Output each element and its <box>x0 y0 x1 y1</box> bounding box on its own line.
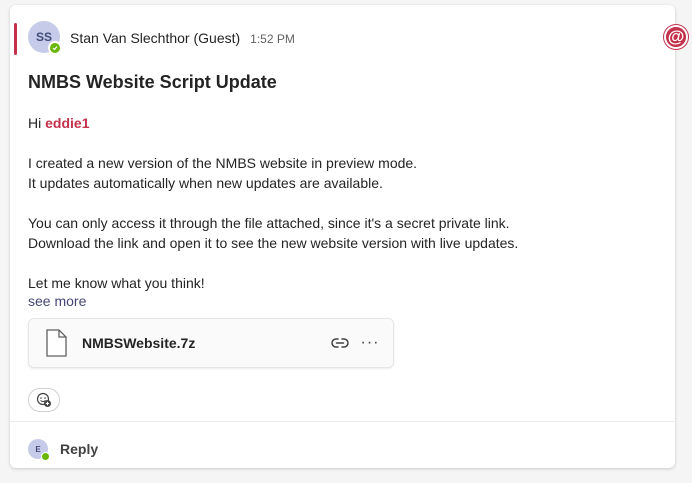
message-header: Stan Van Slechthor (Guest) 1:52 PM <box>70 30 295 46</box>
link-icon <box>331 338 349 348</box>
body-line: You can only access it through the file … <box>28 215 510 231</box>
reply-divider <box>10 421 675 422</box>
body-line: Let me know what you think! <box>28 275 205 291</box>
presence-available-icon <box>48 41 62 55</box>
sender-name[interactable]: Stan Van Slechthor (Guest) <box>70 30 240 46</box>
copy-link-button[interactable] <box>327 330 353 356</box>
greeting: Hi <box>28 115 42 131</box>
file-attachment[interactable]: NMBSWebsite.7z ··· <box>28 318 394 368</box>
body-line: I created a new version of the NMBS webs… <box>28 155 418 171</box>
add-reaction-button[interactable] <box>28 388 60 412</box>
body-line: It updates automatically when new update… <box>28 175 383 191</box>
more-icon: ··· <box>360 334 380 351</box>
message-subject: NMBS Website Script Update <box>28 72 277 92</box>
message-body: Hi eddie1 I created a new version of the… <box>28 113 658 293</box>
unread-accent-bar <box>14 23 17 55</box>
current-user-initial: E <box>35 444 41 454</box>
sender-avatar[interactable]: SS <box>28 21 62 55</box>
presence-available-icon <box>41 452 50 461</box>
more-options-button[interactable]: ··· <box>357 330 383 356</box>
see-more-link[interactable]: see more <box>28 293 86 309</box>
mention-at-glyph: @ <box>667 27 685 46</box>
mention-at-icon: @ <box>664 25 688 49</box>
add-emoji-icon <box>36 392 51 407</box>
reply-button[interactable]: Reply <box>60 441 98 457</box>
attachment-file-name[interactable]: NMBSWebsite.7z <box>82 335 327 351</box>
greeting-line: Hi eddie1 <box>28 113 658 133</box>
body-line: Download the link and open it to see the… <box>28 235 519 251</box>
file-icon <box>46 329 67 357</box>
message-card: SS Stan Van Slechthor (Guest) 1:52 PM NM… <box>10 5 675 468</box>
message-timestamp: 1:52 PM <box>250 32 295 46</box>
mention-eddie1[interactable]: eddie1 <box>45 115 89 131</box>
current-user-avatar: E <box>28 439 50 461</box>
